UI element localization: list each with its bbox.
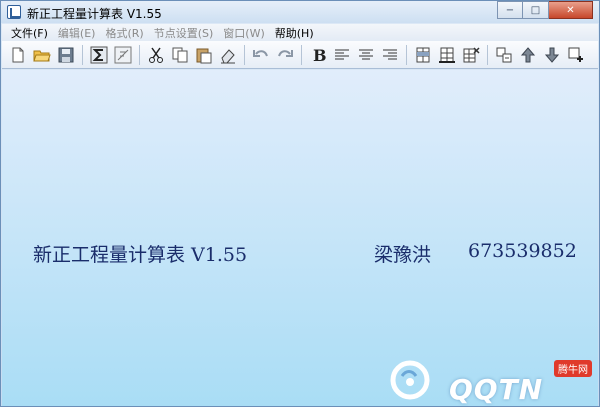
watermark-badge: 腾牛网 [554, 360, 592, 377]
menu-edit[interactable]: 编辑(E) [53, 25, 101, 41]
toolbar-separator [406, 44, 407, 65]
title-bar[interactable]: 新正工程量计算表 V1.55 − □ ✕ [1, 1, 599, 23]
insert-row-icon[interactable] [411, 44, 434, 66]
toolbar-separator [487, 44, 488, 65]
app-icon[interactable] [7, 5, 21, 19]
new-file-icon[interactable] [6, 44, 29, 66]
align-right-icon[interactable] [378, 44, 401, 66]
paste-icon[interactable] [192, 44, 215, 66]
cut-icon[interactable] [144, 44, 167, 66]
insert-column-icon[interactable] [435, 44, 458, 66]
menu-window[interactable]: 窗口(W) [218, 25, 269, 41]
close-button[interactable]: ✕ [549, 1, 593, 19]
save-icon[interactable] [54, 44, 77, 66]
window-title: 新正工程量计算表 V1.55 [27, 7, 162, 21]
toolbar-separator [244, 44, 245, 65]
redo-icon[interactable] [273, 44, 296, 66]
bold-icon[interactable]: B [306, 44, 329, 66]
toolbar: B [2, 41, 598, 69]
client-area: 新正工程量计算表 V1.55 梁豫洪 673539852 QQTN 腾牛网 [2, 70, 598, 406]
menu-bar: 文件(F) 编辑(E) 格式(R) 节点设置(S) 窗口(W) 帮助(H) [2, 24, 598, 41]
undo-icon[interactable] [249, 44, 272, 66]
move-down-icon[interactable] [540, 44, 563, 66]
add-node-icon[interactable] [492, 44, 515, 66]
menu-file[interactable]: 文件(F) [6, 25, 53, 41]
move-up-icon[interactable] [516, 44, 539, 66]
banner-author: 梁豫洪 [374, 244, 432, 266]
open-folder-icon[interactable] [30, 44, 53, 66]
toolbar-separator [301, 44, 302, 65]
maximize-button[interactable]: □ [523, 1, 549, 19]
menu-help[interactable]: 帮助(H) [270, 25, 319, 41]
append-node-icon[interactable] [564, 44, 587, 66]
app-window: 新正工程量计算表 V1.55 − □ ✕ 文件(F) 编辑(E) 格式(R) 节… [0, 0, 600, 407]
toolbar-separator [139, 44, 140, 65]
copy-icon[interactable] [168, 44, 191, 66]
banner-qq-number: 673539852 [468, 240, 577, 262]
formula-icon[interactable] [111, 44, 134, 66]
eraser-icon[interactable] [216, 44, 239, 66]
window-controls: − □ ✕ [497, 1, 593, 19]
align-center-icon[interactable] [354, 44, 377, 66]
menu-node-settings[interactable]: 节点设置(S) [149, 25, 219, 41]
watermark-brand: QQTN [449, 373, 544, 406]
delete-cells-icon[interactable] [459, 44, 482, 66]
toolbar-separator [82, 44, 83, 65]
banner-app-name: 新正工程量计算表 V1.55 [33, 244, 248, 266]
sum-icon[interactable] [87, 44, 110, 66]
minimize-button[interactable]: − [497, 1, 523, 19]
menu-format[interactable]: 格式(R) [100, 25, 148, 41]
svg-text:B: B [313, 46, 327, 64]
align-left-icon[interactable] [330, 44, 353, 66]
